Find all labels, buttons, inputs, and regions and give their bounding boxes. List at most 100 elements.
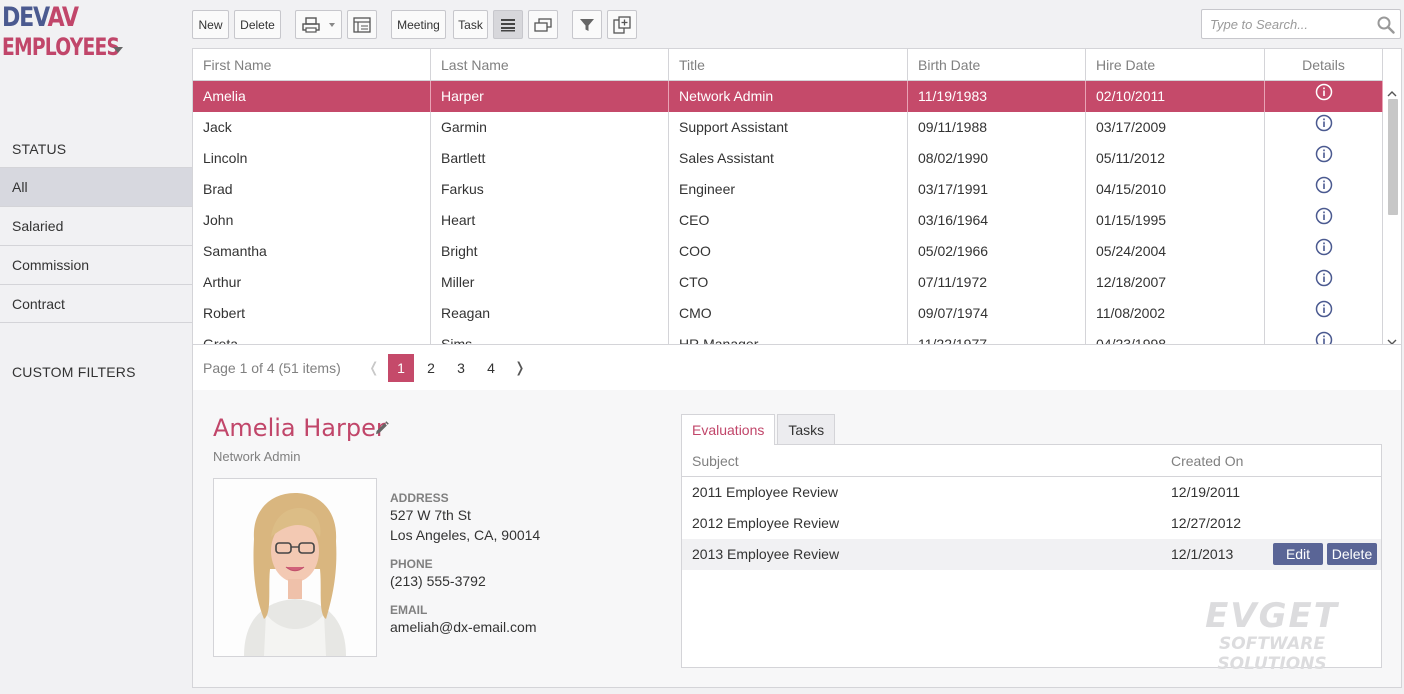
custom-filters-heading[interactable]: CUSTOM FILTERS: [12, 364, 136, 380]
info-icon[interactable]: [1315, 329, 1333, 344]
table-row[interactable]: Lincoln Bartlett Sales Assistant 08/02/1…: [193, 143, 1383, 174]
cell-hire-date: 11/08/2002: [1086, 298, 1265, 329]
cell-title: HR Manager: [669, 329, 908, 344]
page-button-1[interactable]: 1: [388, 354, 414, 382]
page-button-2[interactable]: 2: [418, 354, 444, 382]
print-dropdown-button[interactable]: [295, 10, 342, 39]
cell-details: [1265, 205, 1383, 236]
info-icon[interactable]: [1315, 298, 1333, 329]
cell-last-name: Garmin: [431, 112, 669, 143]
new-button[interactable]: New: [192, 10, 229, 39]
cell-hire-date: 05/11/2012: [1086, 143, 1265, 174]
windows-icon: [534, 17, 552, 32]
logo-employees-text: EMPLOYEES: [2, 33, 120, 61]
cell-title: CMO: [669, 298, 908, 329]
logo-av-text: AV: [47, 2, 79, 33]
layout-button[interactable]: [347, 10, 377, 39]
cell-title: Network Admin: [669, 81, 908, 112]
grid-pager: Page 1 of 4 (51 items) ❬ 1 2 3 4 ❭: [192, 345, 1402, 390]
list-icon: [500, 18, 516, 32]
table-row[interactable]: Arthur Miller CTO 07/11/1972 12/18/2007: [193, 267, 1383, 298]
column-header-first-name[interactable]: First Name: [193, 49, 431, 80]
prev-page-icon[interactable]: ❬: [368, 359, 380, 376]
column-header-subject[interactable]: Subject: [682, 445, 1161, 476]
cell-title: Engineer: [669, 174, 908, 205]
watermark-line-1: EVGET: [1205, 596, 1339, 636]
info-icon[interactable]: [1315, 236, 1333, 267]
table-row[interactable]: Jack Garmin Support Assistant 09/11/1988…: [193, 112, 1383, 143]
email-value[interactable]: ameliah@dx-email.com: [390, 617, 536, 637]
detail-tabs: Evaluations Tasks: [681, 414, 837, 445]
column-header-hire-date[interactable]: Hire Date: [1086, 49, 1265, 80]
list-item[interactable]: 2011 Employee Review 12/19/2011: [682, 477, 1381, 508]
info-icon[interactable]: [1315, 205, 1333, 236]
email-block: EMAIL ameliah@dx-email.com: [390, 603, 536, 637]
table-row[interactable]: Robert Reagan CMO 09/07/1974 11/08/2002: [193, 298, 1383, 329]
info-icon[interactable]: [1315, 267, 1333, 298]
layout-icon: [353, 16, 371, 33]
status-heading: STATUS: [12, 141, 67, 157]
cell-last-name: Heart: [431, 205, 669, 236]
custom-filter-button[interactable]: [607, 10, 637, 39]
page-info: Page 1 of 4 (51 items): [203, 360, 341, 376]
filter-button[interactable]: [572, 10, 602, 39]
list-item[interactable]: 2012 Employee Review 12/27/2012: [682, 508, 1381, 539]
app-logo[interactable]: DEVAV EMPLOYEES: [2, 2, 152, 62]
employee-name: Amelia Harper: [213, 414, 386, 442]
table-row[interactable]: Brad Farkus Engineer 03/17/1991 04/15/20…: [193, 174, 1383, 205]
watermark-line-2: SOFTWARE SOLUTIONS: [1217, 634, 1327, 674]
sidebar-item-contract[interactable]: Contract: [0, 284, 192, 323]
info-icon[interactable]: [1315, 81, 1333, 112]
card-view-button[interactable]: [528, 10, 558, 39]
page-button-4[interactable]: 4: [478, 354, 504, 382]
table-row[interactable]: John Heart CEO 03/16/1964 01/15/1995: [193, 205, 1383, 236]
column-header-created-on[interactable]: Created On: [1161, 445, 1281, 476]
page-button-3[interactable]: 3: [448, 354, 474, 382]
info-icon[interactable]: [1315, 143, 1333, 174]
column-header-birth-date[interactable]: Birth Date: [908, 49, 1086, 80]
employee-photo: [213, 478, 377, 657]
cell-title: CTO: [669, 267, 908, 298]
table-row[interactable]: Amelia Harper Network Admin 11/19/1983 0…: [193, 81, 1383, 112]
cell-hire-date: 04/23/1998: [1086, 329, 1265, 344]
evaluation-created-on: 12/27/2012: [1171, 515, 1242, 531]
edit-evaluation-button[interactable]: Edit: [1273, 543, 1323, 565]
sidebar-item-all[interactable]: All: [0, 167, 192, 206]
info-icon[interactable]: [1315, 112, 1333, 143]
info-icon[interactable]: [1315, 174, 1333, 205]
sidebar-item-commission[interactable]: Commission: [0, 245, 192, 284]
cell-birth-date: 09/11/1988: [908, 112, 1086, 143]
delete-button[interactable]: Delete: [234, 10, 281, 39]
cell-birth-date: 05/02/1966: [908, 236, 1086, 267]
list-view-button[interactable]: [493, 10, 523, 39]
cell-first-name: Robert: [193, 298, 431, 329]
next-page-icon[interactable]: ❭: [514, 359, 526, 376]
tab-evaluations[interactable]: Evaluations: [681, 414, 776, 445]
cell-first-name: Greta: [193, 329, 431, 344]
column-header-title[interactable]: Title: [669, 49, 908, 80]
meeting-button[interactable]: Meeting: [391, 10, 446, 39]
delete-evaluation-button[interactable]: Delete: [1327, 543, 1377, 565]
scroll-down-icon[interactable]: [1387, 333, 1397, 344]
chevron-down-icon[interactable]: [113, 47, 123, 53]
column-header-last-name[interactable]: Last Name: [431, 49, 669, 80]
add-filter-icon: [613, 15, 631, 34]
sidebar: DEVAV EMPLOYEES STATUS All Salaried Comm…: [0, 0, 192, 694]
cell-birth-date: 11/22/1977: [908, 329, 1086, 344]
tab-tasks[interactable]: Tasks: [777, 414, 836, 444]
search-icon[interactable]: [1377, 16, 1395, 39]
cell-title: CEO: [669, 205, 908, 236]
watermark: EVGET SOFTWARE SOLUTIONS: [1172, 598, 1372, 674]
status-filter-list: All Salaried Commission Contract: [0, 167, 192, 323]
search-input[interactable]: [1202, 10, 1370, 38]
cell-first-name: Lincoln: [193, 143, 431, 174]
pencil-icon[interactable]: [374, 421, 389, 441]
table-row[interactable]: Greta Sims HR Manager 11/22/1977 04/23/1…: [193, 329, 1383, 344]
scrollbar-thumb[interactable]: [1388, 99, 1398, 215]
task-button[interactable]: Task: [453, 10, 488, 39]
cell-hire-date: 05/24/2004: [1086, 236, 1265, 267]
list-item[interactable]: 2013 Employee Review 12/1/2013 Edit Dele…: [682, 539, 1381, 570]
table-row[interactable]: Samantha Bright COO 05/02/1966 05/24/200…: [193, 236, 1383, 267]
grid-vertical-scrollbar[interactable]: [1383, 81, 1401, 344]
sidebar-item-salaried[interactable]: Salaried: [0, 206, 192, 245]
